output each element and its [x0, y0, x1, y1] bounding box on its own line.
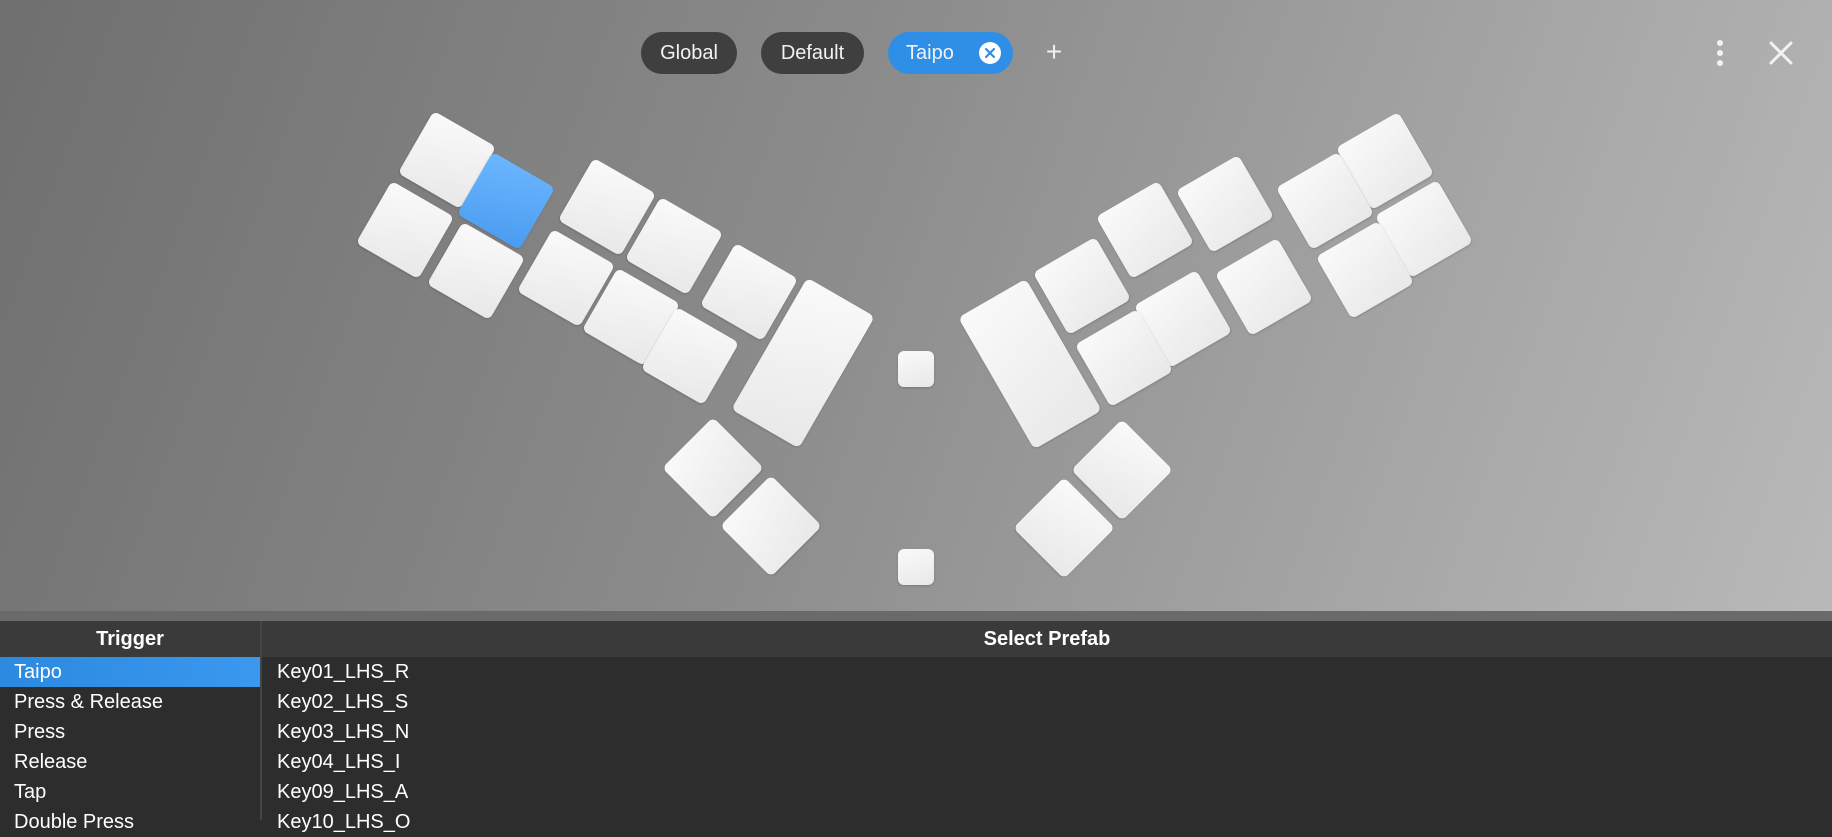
- prefab-item[interactable]: Key01_LHS_R: [262, 657, 1832, 687]
- close-icon[interactable]: [1766, 38, 1796, 68]
- more-vertical-icon[interactable]: [1709, 33, 1731, 73]
- keyboard-stage: Global Default Taipo +: [0, 0, 1832, 611]
- prefab-item[interactable]: Key04_LHS_I: [262, 747, 1832, 777]
- trigger-item-tap[interactable]: Tap: [0, 777, 260, 807]
- red-annotation-marker: [0, 0, 1832, 611]
- prefab-item[interactable]: Key09_LHS_A: [262, 777, 1832, 807]
- prefab-header: Select Prefab: [262, 621, 1832, 657]
- keyboard-key[interactable]: [1214, 237, 1314, 337]
- prefab-item[interactable]: Key03_LHS_N: [262, 717, 1832, 747]
- trigger-item-double-press[interactable]: Double Press: [0, 807, 260, 837]
- tab-close-icon[interactable]: [979, 42, 1001, 64]
- prefab-list: Key01_LHS_R Key02_LHS_S Key03_LHS_N Key0…: [262, 657, 1832, 837]
- trigger-item-press-release[interactable]: Press & Release: [0, 687, 260, 717]
- trigger-item-taipo[interactable]: Taipo: [0, 657, 260, 687]
- keyboard-key[interactable]: [898, 549, 934, 585]
- trigger-header: Trigger: [0, 621, 260, 657]
- prefab-item[interactable]: Key02_LHS_S: [262, 687, 1832, 717]
- tab-global[interactable]: Global: [641, 32, 737, 74]
- tab-default[interactable]: Default: [761, 32, 864, 74]
- trigger-item-release[interactable]: Release: [0, 747, 260, 777]
- prefab-item[interactable]: Key10_LHS_O: [262, 807, 1832, 837]
- trigger-item-press[interactable]: Press: [0, 717, 260, 747]
- tab-taipo[interactable]: Taipo: [888, 32, 1013, 74]
- panel-divider: [0, 611, 1832, 621]
- tab-taipo-label: Taipo: [906, 41, 954, 64]
- add-tab-button[interactable]: +: [1041, 33, 1067, 73]
- keyboard-key[interactable]: [898, 351, 934, 387]
- trigger-list: Taipo Press & Release Press Release Tap …: [0, 657, 260, 837]
